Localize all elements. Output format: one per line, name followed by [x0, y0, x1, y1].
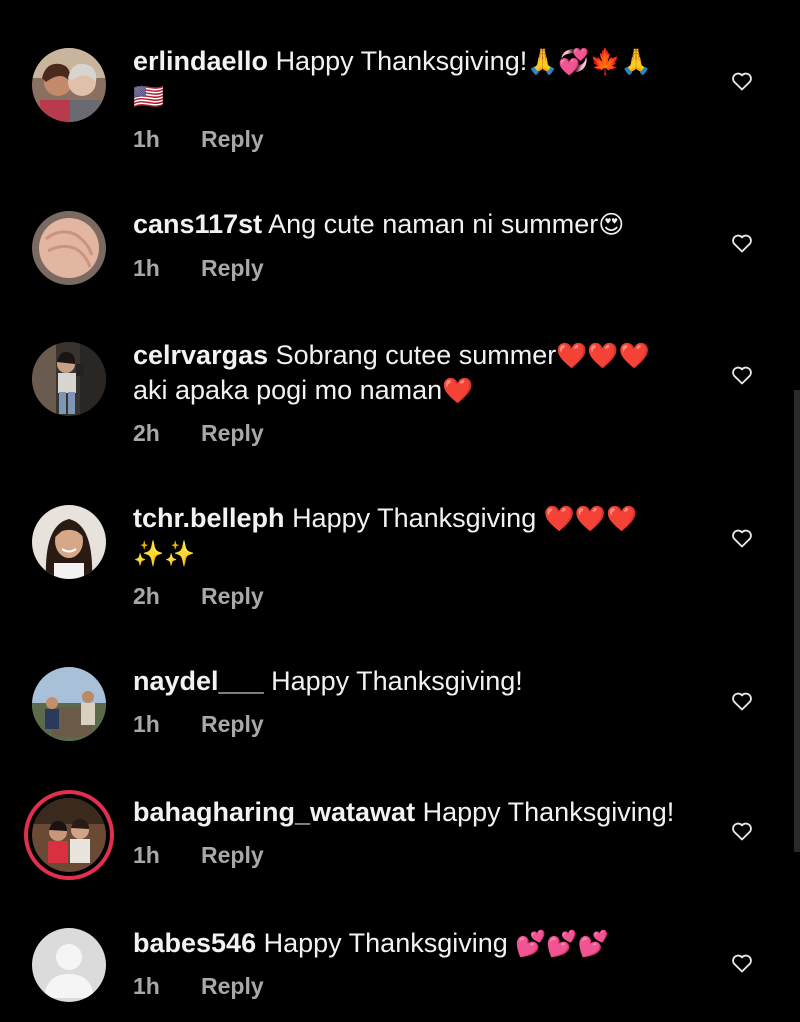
- heart-outline-icon[interactable]: [730, 951, 754, 975]
- comment-text: Sobrang cutee summer: [275, 340, 557, 370]
- comment-time: 1h: [133, 255, 160, 281]
- reply-button[interactable]: Reply: [201, 842, 264, 868]
- avatar[interactable]: [32, 505, 106, 579]
- comment-username[interactable]: cans117st: [133, 209, 262, 239]
- reply-button[interactable]: Reply: [201, 126, 264, 152]
- comment-username[interactable]: celrvargas: [133, 340, 268, 370]
- comment-time: 2h: [133, 583, 160, 609]
- comment-time: 1h: [133, 711, 160, 737]
- comment-emoji: 💕💕💕: [515, 930, 609, 958]
- comment-text: Happy Thanksgiving!: [422, 797, 675, 827]
- comment-time: 1h: [133, 973, 160, 999]
- comment-username[interactable]: tchr.belleph: [133, 503, 285, 533]
- scrollbar[interactable]: [794, 390, 800, 852]
- comment-text-line2: aki apaka pogi mo naman: [133, 375, 443, 405]
- comment-username[interactable]: erlindaello: [133, 46, 268, 76]
- comment-body: bahagharing_watawat Happy Thanksgiving!: [133, 795, 703, 829]
- heart-outline-icon[interactable]: [730, 819, 754, 843]
- comment-username[interactable]: naydel___: [133, 666, 264, 696]
- comment-emoji: 😍: [598, 211, 625, 239]
- story-ring-avatar[interactable]: [24, 790, 114, 880]
- sparkles-emoji: ✨✨: [133, 540, 196, 568]
- comment-body: erlindaello Happy Thanksgiving!🙏💞🍁🙏 🇺🇸: [133, 44, 703, 114]
- reply-button[interactable]: Reply: [201, 583, 264, 609]
- comment-meta: 1h Reply: [133, 711, 264, 738]
- comment-meta: 1h Reply: [133, 842, 264, 869]
- heart-outline-icon[interactable]: [730, 231, 754, 255]
- reply-button[interactable]: Reply: [201, 255, 264, 281]
- comment-meta: 2h Reply: [133, 420, 264, 447]
- comment-body: tchr.belleph Happy Thanksgiving ❤️❤️❤️ ✨…: [133, 501, 703, 571]
- comment-text: Happy Thanksgiving!: [275, 46, 528, 76]
- heart-outline-icon[interactable]: [730, 526, 754, 550]
- heart-outline-icon[interactable]: [730, 363, 754, 387]
- comment-body: cans117st Ang cute naman ni summer😍: [133, 207, 703, 242]
- comment-body: celrvargas Sobrang cutee summer❤️❤️❤️ ak…: [133, 338, 703, 408]
- comment-text: Happy Thanksgiving: [263, 928, 508, 958]
- comment-text: Happy Thanksgiving: [292, 503, 537, 533]
- comment-username[interactable]: babes546: [133, 928, 256, 958]
- default-avatar-icon[interactable]: [32, 928, 106, 1002]
- comment-meta: 1h Reply: [133, 126, 264, 153]
- flag-emoji: 🇺🇸: [133, 83, 165, 111]
- comment-meta: 1h Reply: [133, 973, 264, 1000]
- comments-list: erlindaello Happy Thanksgiving!🙏💞🍁🙏 🇺🇸 1…: [0, 0, 800, 1022]
- comment-text: Ang cute naman ni summer: [268, 209, 599, 239]
- avatar[interactable]: [32, 211, 106, 285]
- comment-emoji: ❤️❤️❤️: [543, 505, 638, 533]
- avatar[interactable]: [32, 667, 106, 741]
- comment-time: 2h: [133, 420, 160, 446]
- comment-time: 1h: [133, 842, 160, 868]
- comment-username[interactable]: bahagharing_watawat: [133, 797, 415, 827]
- heart-outline-icon[interactable]: [730, 689, 754, 713]
- reply-button[interactable]: Reply: [201, 973, 264, 999]
- reply-button[interactable]: Reply: [201, 420, 264, 446]
- comment-body: naydel___ Happy Thanksgiving!: [133, 664, 703, 698]
- comment-emoji: 🙏💞🍁🙏: [527, 48, 652, 76]
- comment-emoji: ❤️❤️❤️: [556, 342, 650, 370]
- comment-meta: 1h Reply: [133, 255, 264, 282]
- reply-button[interactable]: Reply: [201, 711, 264, 737]
- comment-body: babes546 Happy Thanksgiving 💕💕💕: [133, 926, 703, 961]
- comment-emoji: ❤️: [442, 377, 474, 405]
- avatar[interactable]: [32, 48, 106, 122]
- avatar[interactable]: [32, 342, 106, 416]
- comment-meta: 2h Reply: [133, 583, 264, 610]
- heart-outline-icon[interactable]: [730, 69, 754, 93]
- comment-text: Happy Thanksgiving!: [271, 666, 523, 696]
- comment-time: 1h: [133, 126, 160, 152]
